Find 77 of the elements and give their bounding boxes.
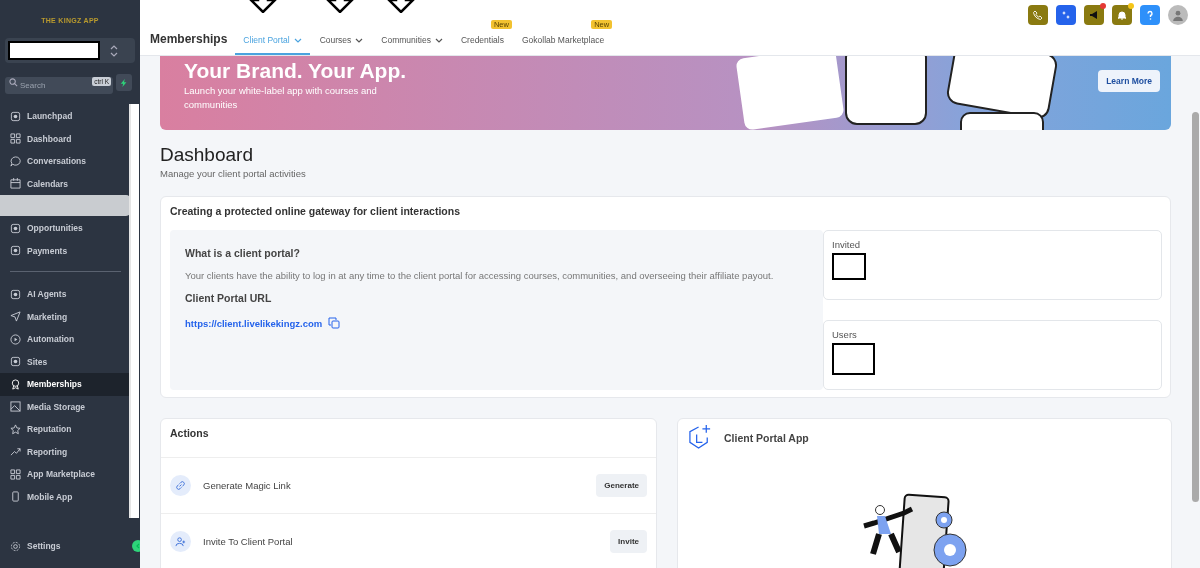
page-title: Memberships xyxy=(150,32,228,46)
help-button[interactable] xyxy=(1140,5,1160,25)
quick-action-button[interactable] xyxy=(116,74,132,91)
sidebar-item[interactable]: Automation xyxy=(0,328,131,351)
info-text: Your clients have the ability to log in at any time to the client portal for accessing courses, communities, and overseeing their affiliate payout. xyxy=(185,269,775,283)
nav-tab[interactable]: Courses xyxy=(311,35,372,55)
info-heading: What is a client portal? xyxy=(185,247,301,259)
stat-label: Invited xyxy=(832,239,861,250)
sidebar-item[interactable]: AI Agents xyxy=(0,283,131,306)
sidebar-item[interactable]: Opportunities xyxy=(0,217,131,240)
image-icon xyxy=(10,401,21,413)
stat-label: Users xyxy=(832,329,858,340)
nav-tab[interactable]: Gokollab Marketplace xyxy=(513,35,613,55)
phone-button[interactable] xyxy=(1028,5,1048,25)
sidebar-item[interactable]: Memberships xyxy=(0,373,131,396)
sidebar-item[interactable]: Calendars xyxy=(0,172,131,195)
help-icon xyxy=(1145,10,1155,20)
card-title: Actions xyxy=(161,419,656,458)
url-label: Client Portal URL xyxy=(185,292,273,304)
chevron-left-icon xyxy=(135,543,141,549)
card-title: Creating a protected online gateway for client interactions xyxy=(170,205,461,217)
card-title: Client Portal App xyxy=(724,431,809,444)
sidebar-item[interactable]: Launchpad xyxy=(0,105,131,128)
action-label: Generate Magic Link xyxy=(203,480,291,491)
learn-more-button[interactable]: Learn More xyxy=(1098,70,1160,92)
action-button[interactable]: Invite xyxy=(610,530,647,553)
sidebar-item[interactable]: Mobile App xyxy=(0,485,131,508)
sidebar-item[interactable]: Dashboard xyxy=(0,127,131,150)
sidebar-item[interactable]: App Marketplace xyxy=(0,463,131,486)
redacted-block xyxy=(832,343,875,375)
banner-text: Launch your white-label app with courses and communities xyxy=(184,84,378,112)
nav-tab[interactable]: Credentials xyxy=(452,35,512,55)
play-icon xyxy=(10,333,21,345)
phone-icon xyxy=(1033,10,1043,20)
sparkle-button[interactable] xyxy=(1056,5,1076,25)
sidebar-item[interactable]: Marketing xyxy=(0,305,131,328)
hexagon-plus-icon xyxy=(688,424,713,451)
dashboard-title: Dashboard xyxy=(160,144,254,166)
grid-icon xyxy=(10,133,21,145)
sidebar-item[interactable]: Payments xyxy=(0,239,131,262)
link-icon xyxy=(170,475,191,496)
lightning-icon xyxy=(120,78,128,87)
star-icon xyxy=(10,423,21,435)
sidebar-item[interactable]: Reporting xyxy=(0,440,131,463)
settings-icon xyxy=(10,540,21,552)
redacted-block xyxy=(832,253,866,280)
nav-tab[interactable]: Communities xyxy=(373,35,451,55)
banner-headline: Your Brand. Your App. xyxy=(184,58,408,83)
copy-icon[interactable] xyxy=(328,317,341,329)
grid-icon xyxy=(10,468,21,480)
settings-item[interactable]: Settings xyxy=(0,534,61,558)
search-icon xyxy=(9,78,18,87)
scrollbar[interactable] xyxy=(129,104,139,518)
action-label: Invite To Client Portal xyxy=(203,536,293,547)
portal-url-link[interactable]: https://client.livelikekingz.com xyxy=(185,317,323,329)
sidebar-item[interactable]: Reputation xyxy=(0,418,131,441)
sidebar-item[interactable]: Conversations xyxy=(0,150,131,173)
dashboard-subtitle: Manage your client portal activities xyxy=(160,168,307,179)
scrollbar[interactable] xyxy=(1192,112,1199,502)
send-icon xyxy=(10,311,21,323)
phone-icon xyxy=(10,491,21,503)
avatar-button[interactable] xyxy=(1168,5,1188,25)
trend-icon xyxy=(10,446,21,458)
award-icon xyxy=(10,378,21,390)
calendar-icon xyxy=(10,178,21,190)
sidebar-item[interactable]: Media Storage xyxy=(0,395,131,418)
chevron-updown-icon xyxy=(110,44,118,57)
megaphone-icon xyxy=(1089,10,1099,20)
chat-icon xyxy=(10,155,21,167)
bell-button[interactable] xyxy=(1112,5,1132,25)
user-plus-icon xyxy=(170,531,191,552)
avatar-icon xyxy=(1172,9,1184,21)
account-switcher[interactable] xyxy=(5,38,135,63)
action-button[interactable]: Generate xyxy=(596,474,647,497)
megaphone-button[interactable] xyxy=(1084,5,1104,25)
bell-icon xyxy=(1117,10,1127,20)
sidebar-item[interactable]: Sites xyxy=(0,350,131,373)
